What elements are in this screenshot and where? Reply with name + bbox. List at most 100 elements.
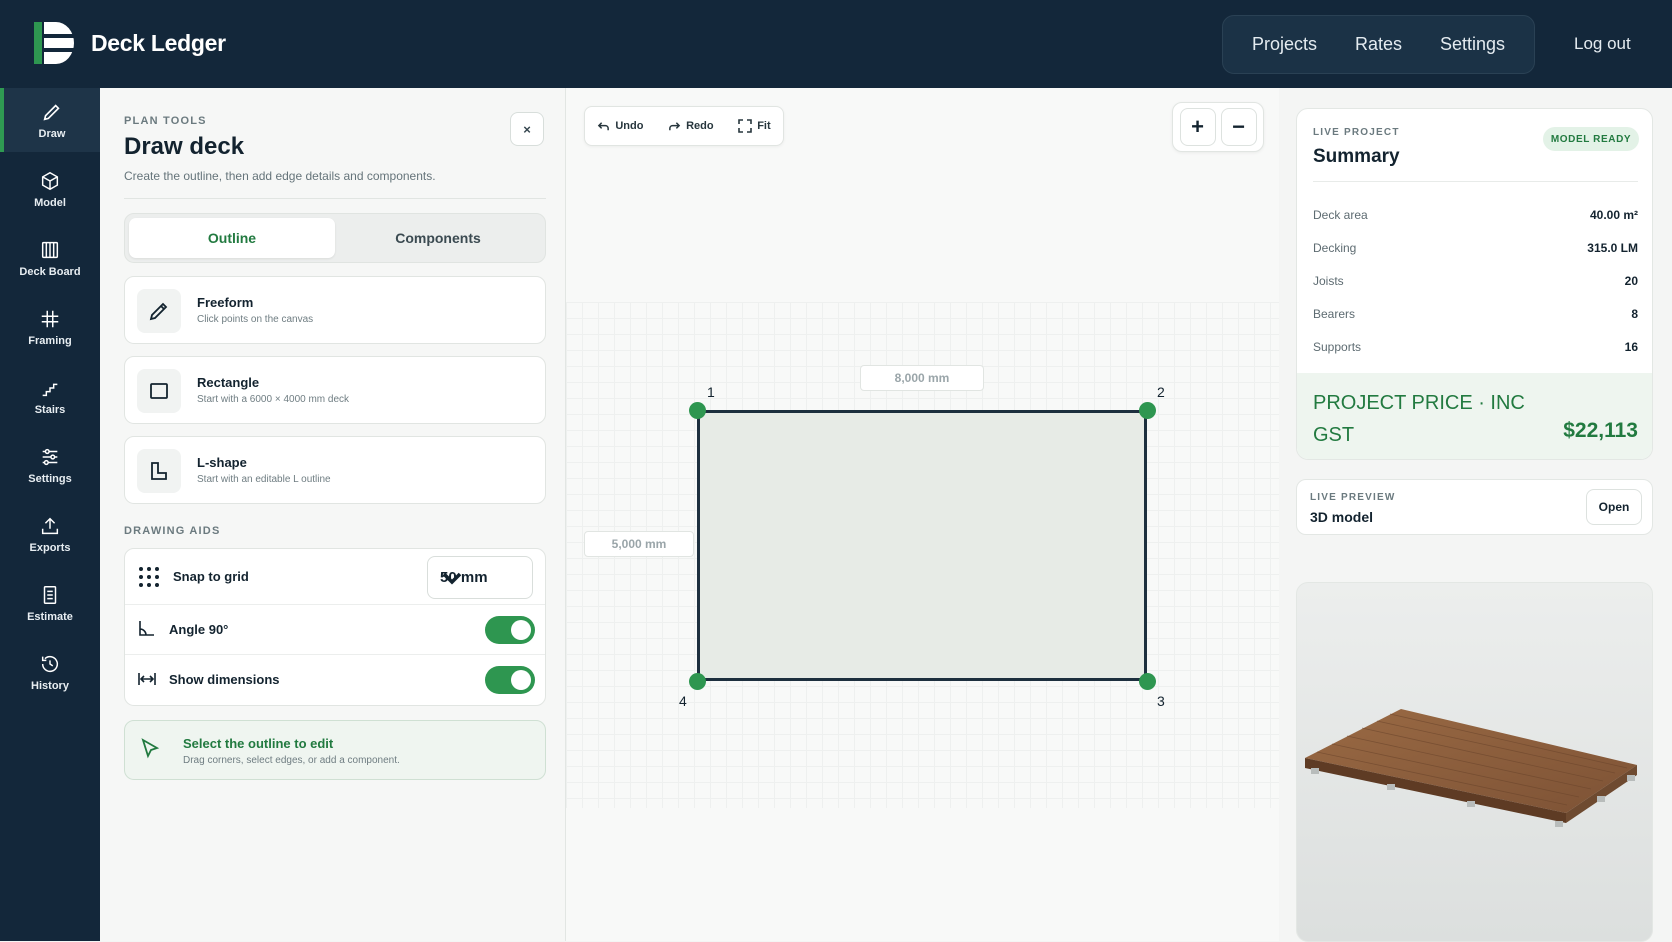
project-price: PROJECT PRICE · INC GST $22,113	[1297, 373, 1652, 459]
row-key: Joists	[1313, 274, 1344, 288]
tab-outline[interactable]: Outline	[129, 218, 335, 258]
drawing-canvas[interactable]: Undo Redo Fit + − 8,000 mm 5,000 mm 1 2 …	[566, 88, 1279, 941]
tool-desc: Start with an editable L outline	[197, 474, 331, 485]
redo-button[interactable]: Redo	[668, 120, 714, 133]
summary-eyebrow: LIVE PROJECT	[1313, 127, 1400, 138]
drawing-aids-label: DRAWING AIDS	[124, 525, 221, 537]
row-value: 40.00 m²	[1589, 208, 1638, 222]
l-shape-icon	[151, 462, 167, 480]
undo-button[interactable]: Undo	[597, 120, 643, 133]
tool-l-shape[interactable]: L-shape Start with an editable L outline	[124, 436, 546, 504]
divider	[1313, 181, 1638, 182]
redo-icon	[669, 121, 681, 130]
sidebar-item-estimate[interactable]: Estimate	[0, 571, 100, 635]
tool-rectangle[interactable]: Rectangle Start with a 6000 × 4000 mm de…	[124, 356, 546, 424]
sidebar-item-stairs[interactable]: Stairs	[0, 364, 100, 428]
fit-button[interactable]: Fit	[738, 119, 771, 133]
sidebar-item-label: Model	[34, 196, 66, 209]
nav-rates[interactable]: Rates	[1355, 34, 1402, 55]
row-key: Bearers	[1313, 307, 1356, 321]
summary-title: Summary	[1313, 146, 1400, 167]
brand-name: Deck Ledger	[91, 30, 226, 56]
snap-to-grid-row: Snap to grid 50 mm	[125, 549, 545, 605]
row-key: Deck area	[1313, 208, 1368, 222]
corner-handle-3[interactable]	[1139, 673, 1156, 690]
tool-freeform[interactable]: Freeform Click points on the canvas	[124, 276, 546, 344]
sidebar-item-label: Exports	[29, 541, 71, 554]
panel-title: Draw deck	[124, 133, 245, 160]
price-label: PROJECT PRICE · INC GST	[1313, 392, 1525, 446]
corner-handle-2[interactable]	[1139, 402, 1156, 419]
dimensions-toggle[interactable]	[485, 666, 535, 694]
corner-label-2: 2	[1157, 384, 1165, 400]
square-icon	[150, 383, 168, 399]
redo-label: Redo	[686, 120, 714, 132]
sliders-icon	[42, 448, 58, 465]
corner-handle-4[interactable]	[689, 673, 706, 690]
panel-eyebrow: PLAN TOOLS	[124, 115, 207, 127]
status-badge: MODEL READY	[1543, 127, 1639, 151]
sidebar-item-deck-board[interactable]: Deck Board	[0, 226, 100, 290]
plan-tools-panel: PLAN TOOLS Draw deck Create the outline,…	[100, 88, 566, 941]
sidebar-item-settings[interactable]: Settings	[0, 433, 100, 497]
summary-row: Deck area 40.00 m²	[1313, 208, 1638, 222]
angle-toggle[interactable]	[485, 616, 535, 644]
main-nav: Projects Rates Settings	[1222, 15, 1535, 74]
row-value: 315.0 LM	[1587, 241, 1638, 255]
nav-settings[interactable]: Settings	[1440, 34, 1505, 55]
angle-icon	[139, 621, 154, 636]
3d-model-view[interactable]	[1296, 582, 1653, 942]
zoom-out-button[interactable]: −	[1220, 108, 1257, 146]
fit-label: Fit	[757, 120, 771, 132]
sidebar-item-history[interactable]: History	[0, 640, 100, 704]
sidebar-item-label: Deck Board	[19, 265, 81, 278]
grid-dots-icon	[139, 567, 159, 587]
pencil-icon	[149, 302, 168, 321]
price-value: $22,113	[1563, 419, 1638, 442]
summary-row: Supports 16	[1313, 340, 1638, 354]
sidebar-item-label: History	[31, 679, 69, 692]
sidebar-item-label: Estimate	[27, 610, 73, 623]
sidebar-item-draw[interactable]: Draw	[0, 88, 100, 152]
row-value: 16	[1624, 340, 1638, 354]
sidebar-item-model[interactable]: Model	[0, 157, 100, 221]
stairs-icon	[42, 383, 58, 396]
fit-icon	[738, 119, 753, 133]
hint-desc: Drag corners, select edges, or add a com…	[183, 755, 400, 766]
edit-hint: Select the outline to edit Drag corners,…	[124, 720, 546, 780]
row-key: Supports	[1313, 340, 1362, 354]
logout-link[interactable]: Log out	[1574, 34, 1631, 54]
history-toolbar: Undo Redo Fit	[584, 106, 784, 146]
sidebar-item-label: Stairs	[34, 403, 66, 416]
grid-size-select[interactable]: 50 mm	[427, 556, 533, 599]
undo-icon	[598, 121, 610, 130]
tool-title: Freeform	[197, 295, 254, 310]
sidebar-item-label: Settings	[28, 472, 72, 485]
tab-components[interactable]: Components	[335, 218, 541, 258]
sidebar-item-label: Framing	[28, 334, 72, 347]
summary-card: LIVE PROJECT Summary MODEL READY Deck ar…	[1296, 108, 1653, 460]
zoom-in-button[interactable]: +	[1179, 108, 1216, 146]
sidebar-item-framing[interactable]: Framing	[0, 295, 100, 359]
summary-row: Decking 315.0 LM	[1313, 241, 1638, 255]
angle-row: Angle 90°	[125, 605, 545, 655]
document-icon	[43, 585, 57, 604]
corner-handle-1[interactable]	[689, 402, 706, 419]
panel-subtitle: Create the outline, then add edge detail…	[124, 169, 436, 183]
snap-label: Snap to grid	[173, 569, 249, 584]
tool-title: Rectangle	[197, 375, 260, 390]
corner-label-1: 1	[707, 384, 715, 400]
nav-projects[interactable]: Projects	[1252, 34, 1317, 55]
height-dimension-label: 5,000 mm	[584, 531, 694, 557]
tool-desc: Start with a 6000 × 4000 mm deck	[197, 394, 350, 405]
sidebar-item-exports[interactable]: Exports	[0, 502, 100, 566]
open-preview-button[interactable]: Open	[1586, 489, 1642, 525]
close-panel-button[interactable]: ×	[510, 112, 544, 146]
tool-title: L-shape	[197, 455, 247, 470]
deck-ledger-logo[interactable]	[34, 22, 74, 64]
panel-tabs: Outline Components	[124, 213, 546, 263]
cursor-icon	[141, 738, 160, 759]
corner-label-4: 4	[679, 693, 687, 709]
deck-outline[interactable]	[697, 410, 1147, 681]
preview-title: 3D model	[1310, 509, 1374, 525]
